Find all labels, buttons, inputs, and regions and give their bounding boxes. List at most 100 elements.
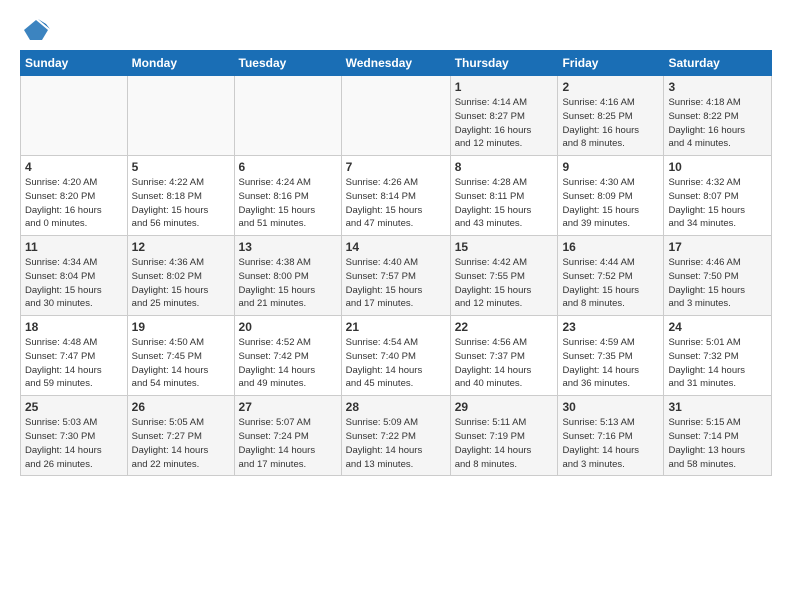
header (20, 16, 772, 40)
day-number: 29 (455, 400, 554, 414)
day-number: 22 (455, 320, 554, 334)
day-cell: 5 Sunrise: 4:22 AM Sunset: 8:18 PM Daylig… (127, 156, 234, 236)
day-info: Sunrise: 5:03 AM Sunset: 7:30 PM Dayligh… (25, 416, 123, 471)
day-cell: 15 Sunrise: 4:42 AM Sunset: 7:55 PM Dayli… (450, 236, 558, 316)
logo-icon (22, 16, 50, 44)
day-number: 31 (668, 400, 767, 414)
day-cell: 21Sunrise: 4:54 AM Sunset: 7:40 PM Dayli… (341, 316, 450, 396)
day-number: 28 (346, 400, 446, 414)
day-cell: 31 Sunrise: 5:15 AM Sunset: 7:14 PM Dayli… (664, 396, 772, 476)
day-number: 19 (132, 320, 230, 334)
day-number: 4 (25, 160, 123, 174)
week-row-4: 18 Sunrise: 4:48 AM Sunset: 7:47 PM Dayli… (21, 316, 772, 396)
day-number: 20 (239, 320, 337, 334)
day-number: 25 (25, 400, 123, 414)
day-cell: 10Sunrise: 4:32 AM Sunset: 8:07 PM Dayli… (664, 156, 772, 236)
day-info: Sunrise: 4:14 AM Sunset: 8:27 PM Dayligh… (455, 96, 554, 151)
day-cell: 3 Sunrise: 4:18 AM Sunset: 8:22 PM Daylig… (664, 76, 772, 156)
day-number: 30 (562, 400, 659, 414)
day-info: Sunrise: 4:30 AM Sunset: 8:09 PM Dayligh… (562, 176, 659, 231)
day-number: 7 (346, 160, 446, 174)
day-info: Sunrise: 4:44 AM Sunset: 7:52 PM Dayligh… (562, 256, 659, 311)
day-number: 2 (562, 80, 659, 94)
day-cell: 22 Sunrise: 4:56 AM Sunset: 7:37 PM Dayli… (450, 316, 558, 396)
weekday-header-wednesday: Wednesday (341, 51, 450, 76)
day-info: Sunrise: 4:34 AM Sunset: 8:04 PM Dayligh… (25, 256, 123, 311)
day-cell: 6 Sunrise: 4:24 AM Sunset: 8:16 PM Daylig… (234, 156, 341, 236)
weekday-header-sunday: Sunday (21, 51, 128, 76)
day-info: Sunrise: 4:46 AM Sunset: 7:50 PM Dayligh… (668, 256, 767, 311)
day-info: Sunrise: 5:05 AM Sunset: 7:27 PM Dayligh… (132, 416, 230, 471)
day-number: 11 (25, 240, 123, 254)
day-cell: 13 Sunrise: 4:38 AM Sunset: 8:00 PM Dayli… (234, 236, 341, 316)
day-number: 26 (132, 400, 230, 414)
day-info: Sunrise: 4:28 AM Sunset: 8:11 PM Dayligh… (455, 176, 554, 231)
day-cell: 19 Sunrise: 4:50 AM Sunset: 7:45 PM Dayli… (127, 316, 234, 396)
day-info: Sunrise: 4:22 AM Sunset: 8:18 PM Dayligh… (132, 176, 230, 231)
day-info: Sunrise: 4:16 AM Sunset: 8:25 PM Dayligh… (562, 96, 659, 151)
day-info: Sunrise: 4:52 AM Sunset: 7:42 PM Dayligh… (239, 336, 337, 391)
day-number: 6 (239, 160, 337, 174)
day-cell: 16 Sunrise: 4:44 AM Sunset: 7:52 PM Dayli… (558, 236, 664, 316)
day-number: 23 (562, 320, 659, 334)
day-info: Sunrise: 4:38 AM Sunset: 8:00 PM Dayligh… (239, 256, 337, 311)
day-info: Sunrise: 5:01 AM Sunset: 7:32 PM Dayligh… (668, 336, 767, 391)
day-cell: 7Sunrise: 4:26 AM Sunset: 8:14 PM Daylig… (341, 156, 450, 236)
day-number: 12 (132, 240, 230, 254)
day-cell: 30Sunrise: 5:13 AM Sunset: 7:16 PM Dayli… (558, 396, 664, 476)
day-cell (341, 76, 450, 156)
day-cell: 26 Sunrise: 5:05 AM Sunset: 7:27 PM Dayli… (127, 396, 234, 476)
day-cell: 20 Sunrise: 4:52 AM Sunset: 7:42 PM Dayli… (234, 316, 341, 396)
day-info: Sunrise: 5:11 AM Sunset: 7:19 PM Dayligh… (455, 416, 554, 471)
day-cell: 11 Sunrise: 4:34 AM Sunset: 8:04 PM Dayli… (21, 236, 128, 316)
day-cell: 14 Sunrise: 4:40 AM Sunset: 7:57 PM Dayli… (341, 236, 450, 316)
day-cell: 1 Sunrise: 4:14 AM Sunset: 8:27 PM Daylig… (450, 76, 558, 156)
weekday-header-saturday: Saturday (664, 51, 772, 76)
day-number: 8 (455, 160, 554, 174)
day-cell: 27Sunrise: 5:07 AM Sunset: 7:24 PM Dayli… (234, 396, 341, 476)
day-number: 13 (239, 240, 337, 254)
day-info: Sunrise: 4:50 AM Sunset: 7:45 PM Dayligh… (132, 336, 230, 391)
day-cell: 24Sunrise: 5:01 AM Sunset: 7:32 PM Dayli… (664, 316, 772, 396)
weekday-header-monday: Monday (127, 51, 234, 76)
day-cell: 28 Sunrise: 5:09 AM Sunset: 7:22 PM Dayli… (341, 396, 450, 476)
day-cell: 18 Sunrise: 4:48 AM Sunset: 7:47 PM Dayli… (21, 316, 128, 396)
day-cell: 25 Sunrise: 5:03 AM Sunset: 7:30 PM Dayli… (21, 396, 128, 476)
day-info: Sunrise: 5:09 AM Sunset: 7:22 PM Dayligh… (346, 416, 446, 471)
logo (20, 16, 50, 40)
day-info: Sunrise: 4:56 AM Sunset: 7:37 PM Dayligh… (455, 336, 554, 391)
day-number: 18 (25, 320, 123, 334)
week-row-5: 25 Sunrise: 5:03 AM Sunset: 7:30 PM Dayli… (21, 396, 772, 476)
day-info: Sunrise: 4:54 AM Sunset: 7:40 PM Dayligh… (346, 336, 446, 391)
weekday-header-tuesday: Tuesday (234, 51, 341, 76)
day-info: Sunrise: 4:24 AM Sunset: 8:16 PM Dayligh… (239, 176, 337, 231)
day-number: 1 (455, 80, 554, 94)
day-info: Sunrise: 4:48 AM Sunset: 7:47 PM Dayligh… (25, 336, 123, 391)
day-info: Sunrise: 4:42 AM Sunset: 7:55 PM Dayligh… (455, 256, 554, 311)
day-number: 14 (346, 240, 446, 254)
weekday-header-thursday: Thursday (450, 51, 558, 76)
day-number: 17 (668, 240, 767, 254)
day-cell: 4Sunrise: 4:20 AM Sunset: 8:20 PM Daylig… (21, 156, 128, 236)
day-cell (21, 76, 128, 156)
day-info: Sunrise: 4:18 AM Sunset: 8:22 PM Dayligh… (668, 96, 767, 151)
day-number: 9 (562, 160, 659, 174)
day-info: Sunrise: 4:59 AM Sunset: 7:35 PM Dayligh… (562, 336, 659, 391)
day-cell: 2 Sunrise: 4:16 AM Sunset: 8:25 PM Daylig… (558, 76, 664, 156)
calendar-table: SundayMondayTuesdayWednesdayThursdayFrid… (20, 50, 772, 476)
day-info: Sunrise: 5:15 AM Sunset: 7:14 PM Dayligh… (668, 416, 767, 471)
week-row-3: 11 Sunrise: 4:34 AM Sunset: 8:04 PM Dayli… (21, 236, 772, 316)
day-number: 5 (132, 160, 230, 174)
day-cell: 8 Sunrise: 4:28 AM Sunset: 8:11 PM Daylig… (450, 156, 558, 236)
day-cell: 9 Sunrise: 4:30 AM Sunset: 8:09 PM Daylig… (558, 156, 664, 236)
day-info: Sunrise: 5:07 AM Sunset: 7:24 PM Dayligh… (239, 416, 337, 471)
day-info: Sunrise: 4:36 AM Sunset: 8:02 PM Dayligh… (132, 256, 230, 311)
day-cell: 29 Sunrise: 5:11 AM Sunset: 7:19 PM Dayli… (450, 396, 558, 476)
week-row-1: 1 Sunrise: 4:14 AM Sunset: 8:27 PM Daylig… (21, 76, 772, 156)
day-info: Sunrise: 4:40 AM Sunset: 7:57 PM Dayligh… (346, 256, 446, 311)
day-number: 3 (668, 80, 767, 94)
weekday-header-row: SundayMondayTuesdayWednesdayThursdayFrid… (21, 51, 772, 76)
day-number: 16 (562, 240, 659, 254)
day-number: 15 (455, 240, 554, 254)
day-cell: 23 Sunrise: 4:59 AM Sunset: 7:35 PM Dayli… (558, 316, 664, 396)
